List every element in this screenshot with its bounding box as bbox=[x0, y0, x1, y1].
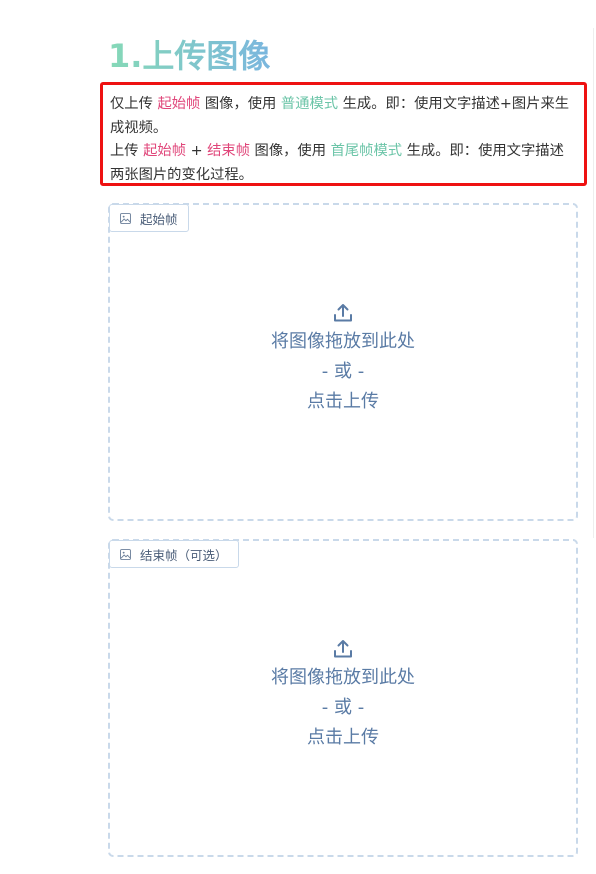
drop-text: 将图像拖放到此处 bbox=[271, 667, 415, 688]
click-upload-text[interactable]: 点击上传 bbox=[307, 723, 379, 753]
upload-icon bbox=[334, 640, 352, 658]
end-frame-upload[interactable]: 结束帧（可选） 将图像拖放到此处 - 或 - 点击上传 bbox=[108, 539, 578, 857]
start-frame-label-tag: 起始帧 bbox=[109, 204, 189, 232]
or-text: - 或 - bbox=[321, 697, 365, 718]
end-frame-highlight: 结束帧 bbox=[207, 143, 250, 159]
notice-line-first-last-mode: 上传 起始帧 + 结束帧 图像，使用 首尾帧模式 生成。即：使用文字描述两张图片… bbox=[110, 143, 564, 183]
start-frame-highlight: 起始帧 bbox=[157, 96, 201, 112]
image-icon bbox=[120, 548, 131, 560]
end-frame-label-tag: 结束帧（可选） bbox=[109, 540, 239, 568]
upload-icon bbox=[334, 304, 352, 322]
drop-text: 将图像拖放到此处 bbox=[271, 331, 415, 352]
or-text: - 或 - bbox=[321, 361, 365, 382]
usage-notice: 仅上传 起始帧 图像，使用 普通模式 生成。即：使用文字描述+图片来生成视频。 … bbox=[100, 82, 587, 186]
notice-line-normal-mode: 仅上传 起始帧 图像，使用 普通模式 生成。即：使用文字描述+图片来生成视频。 bbox=[110, 96, 570, 136]
section-title: 1.上传图像 bbox=[108, 34, 270, 78]
image-icon bbox=[120, 212, 131, 224]
start-frame-drop-zone[interactable]: 将图像拖放到此处 - 或 - 点击上传 bbox=[110, 301, 576, 417]
first-last-mode-highlight: 首尾帧模式 bbox=[330, 143, 403, 159]
start-frame-highlight: 起始帧 bbox=[143, 143, 187, 159]
start-frame-upload[interactable]: 起始帧 将图像拖放到此处 - 或 - 点击上传 bbox=[108, 203, 578, 521]
end-frame-drop-zone[interactable]: 将图像拖放到此处 - 或 - 点击上传 bbox=[110, 637, 576, 753]
start-frame-label: 起始帧 bbox=[140, 211, 178, 227]
click-upload-text[interactable]: 点击上传 bbox=[307, 387, 379, 417]
end-frame-label: 结束帧（可选） bbox=[140, 547, 228, 563]
normal-mode-highlight: 普通模式 bbox=[280, 96, 339, 112]
divider bbox=[593, 28, 594, 538]
page: 1.上传图像 仅上传 起始帧 图像，使用 普通模式 生成。即：使用文字描述+图片… bbox=[0, 0, 596, 874]
